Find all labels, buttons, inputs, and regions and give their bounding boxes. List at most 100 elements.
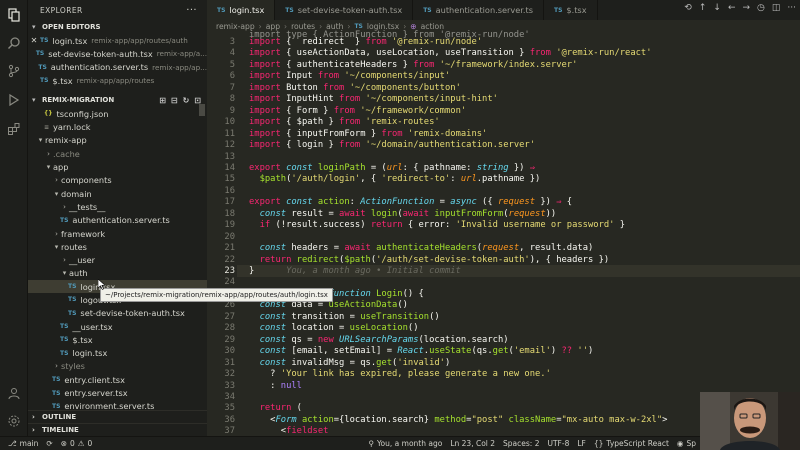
- folder-item[interactable]: › styles: [28, 360, 207, 373]
- typescript-file-icon: TS: [40, 37, 49, 45]
- typescript-file-icon: TS: [52, 402, 61, 410]
- tab-dollar-tsx[interactable]: TS $.tsx: [544, 0, 598, 20]
- file-item[interactable]: {} tsconfig.json: [28, 107, 207, 120]
- line-number: 21: [224, 243, 235, 254]
- extensions-icon[interactable]: [7, 122, 21, 136]
- activity-bar: [0, 0, 28, 436]
- open-editor-name: authentication.server.ts: [50, 62, 149, 73]
- braces-icon: {}: [593, 439, 604, 448]
- timeline-icon[interactable]: ◷: [757, 3, 765, 13]
- json-file-icon: {}: [44, 110, 53, 118]
- status-extra-label: Sp: [686, 439, 696, 448]
- code-line: const headers = await authenticateHeader…: [259, 243, 594, 254]
- code-line: ? 'Your link has expired, please generat…: [249, 369, 551, 380]
- chevron-down-icon: ▾: [46, 163, 51, 172]
- settings-gear-icon[interactable]: [7, 414, 21, 428]
- open-editors-section[interactable]: ▾ OPEN EDITORS: [28, 20, 207, 34]
- indentation[interactable]: Spaces: 2: [503, 439, 539, 448]
- folder-item[interactable]: › __user: [28, 253, 207, 266]
- code-editor[interactable]: import type { ActionFunction } from '@re…: [207, 30, 800, 437]
- folder-item[interactable]: › __tests__: [28, 200, 207, 213]
- folder-item[interactable]: › .cache: [28, 147, 207, 160]
- sync-button[interactable]: ⟳: [46, 439, 52, 448]
- line-number: 34: [224, 391, 235, 402]
- branch-indicator[interactable]: ⎇ main: [8, 439, 38, 448]
- code-line: import Input from '~/components/input': [249, 71, 451, 82]
- folder-item[interactable]: › framework: [28, 227, 207, 240]
- typescript-file-icon: TS: [217, 6, 226, 14]
- file-item[interactable]: TSlogin.tsx: [28, 347, 207, 360]
- project-section[interactable]: ▾ REMIX-MIGRATION ⊞ ⊟ ↻ ⊡: [28, 93, 207, 107]
- open-editor-item[interactable]: TS $.tsx remix-app/app/routes: [28, 74, 207, 87]
- tree-item-label: $.tsx: [72, 334, 93, 345]
- code-line: export const action: ActionFunction = as…: [249, 197, 573, 208]
- file-item[interactable]: TS set-devise-token-auth.tsx: [28, 307, 207, 320]
- tree-item-label: tsconfig.json: [56, 108, 109, 119]
- open-editor-item[interactable]: TS set-devise-token-auth.tsx remix-app/a…: [28, 47, 207, 60]
- chevron-right-icon: ›: [63, 202, 66, 211]
- file-item[interactable]: TS entry.server.tsx: [28, 386, 207, 399]
- search-icon[interactable]: [7, 36, 21, 50]
- source-control-icon[interactable]: [7, 64, 21, 78]
- line-number: 37: [224, 426, 235, 437]
- explorer-icon[interactable]: [7, 8, 21, 22]
- file-item[interactable]: ≡ yarn.lock: [28, 120, 207, 133]
- typescript-file-icon: TS: [553, 6, 563, 14]
- git-blame-indicator[interactable]: ⚲ You, a month ago: [368, 439, 442, 448]
- folder-item[interactable]: ▾ domain: [28, 187, 207, 200]
- tab-label: login.tsx: [229, 5, 265, 15]
- git-compare-icon[interactable]: ⟲: [684, 3, 692, 13]
- sidebar-scrollbar[interactable]: [199, 104, 205, 116]
- problems-indicator[interactable]: ⊗ 0 ⚠ 0: [61, 439, 93, 448]
- cursor-position[interactable]: Ln 23, Col 2: [450, 439, 495, 448]
- new-folder-icon[interactable]: ⊟: [171, 96, 178, 105]
- line-number: 29: [224, 334, 235, 345]
- file-item[interactable]: TS __user.tsx: [28, 320, 207, 333]
- explorer-header: EXPLORER ···: [28, 0, 207, 20]
- encoding[interactable]: UTF-8: [547, 439, 569, 448]
- folder-item[interactable]: › components: [28, 174, 207, 187]
- code-line: export const loginPath = (url: { pathnam…: [249, 162, 536, 173]
- file-item[interactable]: TS entry.client.tsx: [28, 373, 207, 386]
- tree-item-label: yarn.lock: [53, 122, 91, 133]
- new-file-icon[interactable]: ⊞: [159, 96, 166, 105]
- folder-item[interactable]: ▾ app: [28, 160, 207, 173]
- line-number: 31: [224, 357, 235, 368]
- line-number: 20: [224, 231, 235, 242]
- tab-set-devise-token-auth[interactable]: TS set-devise-token-auth.tsx: [275, 0, 414, 20]
- folder-item[interactable]: ▾ remix-app: [28, 134, 207, 147]
- language-mode[interactable]: {} TypeScript React: [594, 439, 669, 448]
- previous-change-icon[interactable]: ↑: [699, 3, 707, 13]
- run-debug-icon[interactable]: [7, 93, 21, 107]
- go-forward-icon[interactable]: →: [742, 3, 750, 13]
- folder-item[interactable]: ▾ routes: [28, 240, 207, 253]
- more-actions-icon[interactable]: ···: [186, 5, 197, 16]
- status-extra[interactable]: ◉ Sp: [677, 439, 696, 448]
- end-of-line[interactable]: LF: [577, 439, 586, 448]
- typescript-file-icon: TS: [35, 50, 45, 58]
- line-number: 32: [224, 369, 235, 380]
- file-item[interactable]: TS authentication.server.ts: [28, 214, 207, 227]
- go-back-icon[interactable]: ←: [728, 3, 736, 13]
- tree-item-label: __user: [69, 255, 96, 266]
- status-bar: ⎇ main ⟳ ⊗ 0 ⚠ 0 ⚲ You, a month ago Ln 2…: [0, 436, 800, 450]
- file-item[interactable]: TS $.tsx: [28, 333, 207, 346]
- more-actions-icon[interactable]: ···: [787, 3, 796, 13]
- tree-item-label: .cache: [53, 148, 80, 159]
- broadcast-icon: ◉: [676, 439, 684, 448]
- timeline-section[interactable]: › TIMELINE: [28, 423, 207, 436]
- refresh-icon[interactable]: ↻: [183, 96, 190, 105]
- tab-login-tsx[interactable]: TS login.tsx: [207, 0, 276, 20]
- account-icon[interactable]: [7, 386, 21, 400]
- tab-authentication-server[interactable]: TS authentication.server.ts: [413, 0, 544, 20]
- outline-section[interactable]: › OUTLINE: [28, 410, 207, 423]
- folder-item[interactable]: ▾ auth: [28, 267, 207, 280]
- open-editor-item[interactable]: ✕ TS login.tsx remix-app/app/routes/auth: [28, 34, 207, 47]
- code-line: import { authenticateHeaders } from '~/f…: [249, 59, 578, 70]
- close-icon[interactable]: ✕: [28, 36, 40, 45]
- typescript-file-icon: TS: [60, 216, 69, 224]
- open-editor-item[interactable]: TS authentication.server.ts remix-app/ap…: [28, 61, 207, 74]
- code-line: const qs = new URLSearchParams(location.…: [259, 334, 509, 345]
- split-editor-icon[interactable]: ◫: [772, 3, 781, 13]
- next-change-icon[interactable]: ↓: [713, 3, 721, 13]
